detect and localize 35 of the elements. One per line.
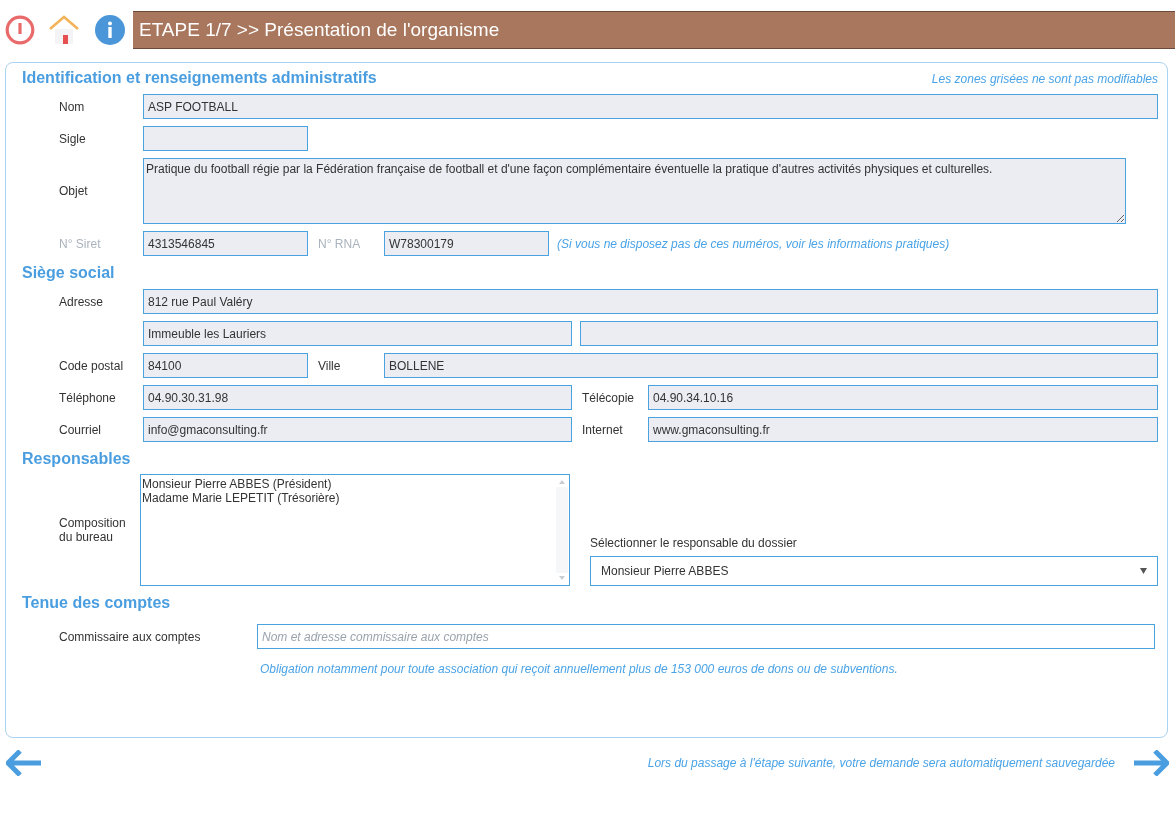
- info-note: Obligation notamment pour toute association qui reçoit annuellement plus de 153 000 euros de dons ou de subventions.: [259, 662, 899, 676]
- section-heading: Identification et renseignements administratifs: [22, 69, 377, 87]
- field-label: N° RNA: [317, 236, 362, 251]
- back-arrow-icon[interactable]: [6, 750, 42, 776]
- auditor-field[interactable]: Nom et adresse commissaire aux comptes: [257, 624, 1155, 649]
- field-label: Sélectionner le responsable du dossier: [590, 536, 798, 550]
- power-icon[interactable]: [5, 15, 35, 45]
- info-note: Lors du passage à l'étape suivante, votre demande sera automatiquement sauvegardée: [647, 756, 1115, 770]
- field-label: Adresse: [58, 294, 105, 309]
- member-line: Madame Marie LEPETIT (Trésorière): [142, 491, 341, 505]
- info-icon[interactable]: [95, 15, 125, 45]
- next-arrow-icon[interactable]: [1133, 750, 1169, 776]
- field-label: Objet: [58, 184, 89, 198]
- field-label: Télécopie: [581, 390, 636, 405]
- section-heading: Responsables: [22, 450, 132, 468]
- field-label: Commissaire aux comptes: [58, 629, 202, 644]
- bureau-field[interactable]: Monsieur Pierre ABBES (Président) Madame Marie LEPETIT (Trésorière): [140, 474, 570, 586]
- home-icon[interactable]: [47, 14, 81, 46]
- field-label: Sigle: [58, 131, 87, 146]
- field-label: Téléphone: [58, 390, 117, 405]
- field-label: Courriel: [58, 422, 102, 437]
- step-title-bar: ETAPE 1/7 >> Présentation de l'organisme: [133, 11, 1175, 49]
- responsible-select[interactable]: Monsieur Pierre ABBES: [590, 556, 1158, 586]
- section-heading: Siège social: [22, 264, 116, 282]
- field-label: Composition du bureau: [58, 515, 127, 546]
- caret-icon: [1140, 568, 1147, 574]
- field-label: N° Siret: [58, 236, 102, 251]
- member-line: Monsieur Pierre ABBES (Président): [142, 477, 333, 491]
- info-note: Les zones grisées ne sont pas modifiables: [931, 72, 1158, 86]
- field-label: Internet: [581, 422, 624, 437]
- field-label: Nom: [58, 99, 86, 114]
- section-heading: Tenue des comptes: [22, 594, 172, 612]
- info-note: (Si vous ne disposez pas de ces numéros, voir les informations pratiques): [557, 236, 950, 251]
- field-label: Code postal: [58, 358, 125, 373]
- field-label: Ville: [317, 358, 342, 373]
